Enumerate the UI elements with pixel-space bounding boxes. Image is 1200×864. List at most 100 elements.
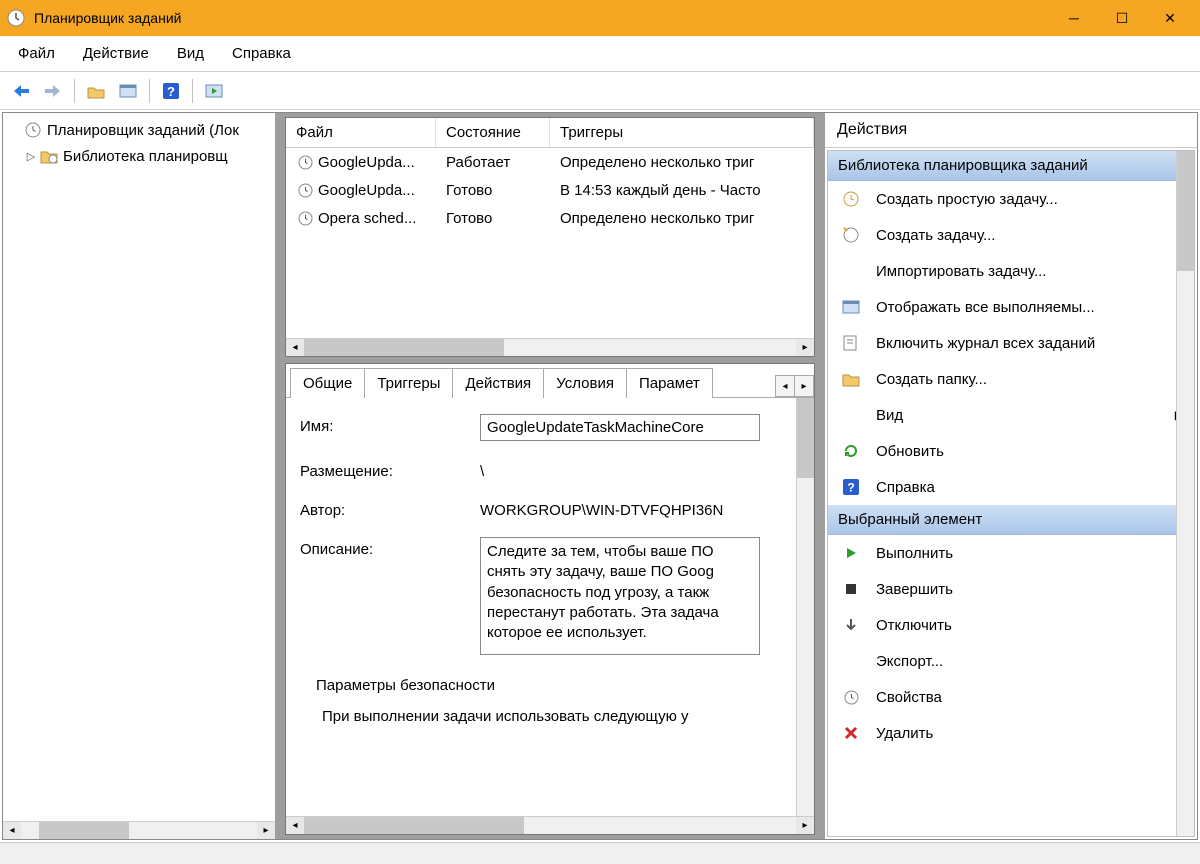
chevron-right-icon[interactable]: ▷ <box>23 150 39 163</box>
action-label: Справка <box>876 479 935 496</box>
action-label: Обновить <box>876 443 944 460</box>
action-new-folder[interactable]: Создать папку... <box>828 361 1194 397</box>
minimize-button[interactable]: ─ <box>1050 0 1098 36</box>
tab-scroll-left-button[interactable]: ◂ <box>775 375 795 397</box>
actions-panel-title: Действия <box>825 113 1197 148</box>
security-run-as-label: При выполнении задачи использовать следу… <box>300 708 814 725</box>
action-disable[interactable]: Отключить <box>828 607 1194 643</box>
action-run[interactable]: Выполнить <box>828 535 1194 571</box>
task-list-horizontal-scrollbar[interactable]: ◂▸ <box>286 338 814 356</box>
action-label: Свойства <box>876 689 942 706</box>
task-list: Файл Состояние Триггеры GoogleUpda... Ра… <box>285 117 815 357</box>
tree-library-node[interactable]: ▷ Библиотека планировщ <box>3 143 275 169</box>
clock-icon <box>296 153 314 171</box>
tab-conditions[interactable]: Условия <box>543 368 627 398</box>
help-button[interactable]: ? <box>156 77 186 105</box>
tab-general[interactable]: Общие <box>290 368 365 398</box>
actions-body: Библиотека планировщика заданий ▲ Создат… <box>827 150 1195 837</box>
action-import-task[interactable]: Импортировать задачу... <box>828 253 1194 289</box>
section-label: Выбранный элемент <box>838 511 982 528</box>
tree-panel: Планировщик заданий (Лок ▷ Библиотека пл… <box>3 113 281 839</box>
action-label: Импортировать задачу... <box>876 263 1046 280</box>
tab-triggers[interactable]: Триггеры <box>364 368 453 398</box>
tab-params[interactable]: Парамет <box>626 368 713 398</box>
tree-library-label: Библиотека планировщ <box>63 148 228 165</box>
menu-view[interactable]: Вид <box>163 39 218 68</box>
action-properties[interactable]: Свойства <box>828 679 1194 715</box>
task-row[interactable]: Opera sched... Готово Определено несколь… <box>286 204 814 232</box>
actions-section-library[interactable]: Библиотека планировщика заданий ▲ <box>828 151 1194 181</box>
status-bar <box>0 842 1200 864</box>
disable-icon <box>840 615 862 635</box>
tab-scroll-right-button[interactable]: ▸ <box>794 375 814 397</box>
location-value: \ <box>480 459 814 480</box>
task-detail-panel: Общие Триггеры Действия Условия Парамет … <box>285 363 815 835</box>
nav-back-button[interactable] <box>6 77 36 105</box>
action-create-basic-task[interactable]: Создать простую задачу... <box>828 181 1194 217</box>
blank-icon <box>840 405 862 425</box>
task-list-header: Файл Состояние Триггеры <box>286 118 814 148</box>
description-field[interactable] <box>480 537 760 655</box>
section-label: Библиотека планировщика заданий <box>838 157 1088 174</box>
action-help[interactable]: ? Справка <box>828 469 1194 505</box>
action-label: Создать простую задачу... <box>876 191 1058 208</box>
folder-up-button[interactable] <box>81 77 111 105</box>
menu-action[interactable]: Действие <box>69 39 163 68</box>
task-row[interactable]: GoogleUpda... Готово В 14:53 каждый день… <box>286 176 814 204</box>
task-triggers: В 14:53 каждый день - Часто <box>550 182 814 199</box>
running-tasks-icon <box>840 297 862 317</box>
help-icon: ? <box>840 477 862 497</box>
tab-actions[interactable]: Действия <box>452 368 544 398</box>
blank-icon <box>840 651 862 671</box>
wizard-clock-icon <box>840 189 862 209</box>
column-header-file[interactable]: Файл <box>286 118 436 147</box>
action-export[interactable]: Экспорт... <box>828 643 1194 679</box>
action-create-task[interactable]: Создать задачу... <box>828 217 1194 253</box>
action-label: Вид <box>876 407 903 424</box>
close-button[interactable]: ✕ <box>1146 0 1194 36</box>
author-label: Автор: <box>300 498 480 519</box>
action-label: Создать задачу... <box>876 227 995 244</box>
action-label: Удалить <box>876 725 933 742</box>
actions-section-selected[interactable]: Выбранный элемент ▲ <box>828 505 1194 535</box>
stop-icon <box>840 579 862 599</box>
nav-forward-button[interactable] <box>38 77 68 105</box>
detail-vertical-scrollbar[interactable] <box>796 398 814 816</box>
action-refresh[interactable]: Обновить <box>828 433 1194 469</box>
detail-horizontal-scrollbar[interactable]: ◂▸ <box>286 816 814 834</box>
action-label: Включить журнал всех заданий <box>876 335 1095 352</box>
run-task-button[interactable] <box>199 77 229 105</box>
menu-bar: Файл Действие Вид Справка <box>0 36 1200 72</box>
action-label: Создать папку... <box>876 371 987 388</box>
folder-clock-icon <box>39 146 59 166</box>
name-field[interactable] <box>480 414 760 441</box>
action-show-running[interactable]: Отображать все выполняемы... <box>828 289 1194 325</box>
clock-icon <box>296 209 314 227</box>
action-label: Отключить <box>876 617 952 634</box>
task-state: Готово <box>436 182 550 199</box>
detail-body: Имя: Размещение: \ Автор: WORKGROUP\WIN-… <box>286 398 814 834</box>
task-file: Opera sched... <box>318 210 416 227</box>
toggle-console-button[interactable] <box>113 77 143 105</box>
task-state: Готово <box>436 210 550 227</box>
column-header-triggers[interactable]: Триггеры <box>550 118 814 147</box>
task-file: GoogleUpda... <box>318 154 415 171</box>
task-list-body: GoogleUpda... Работает Определено нескол… <box>286 148 814 338</box>
action-end[interactable]: Завершить <box>828 571 1194 607</box>
svg-text:?: ? <box>167 84 175 99</box>
actions-vertical-scrollbar[interactable] <box>1176 151 1194 836</box>
column-header-state[interactable]: Состояние <box>436 118 550 147</box>
tree-root-node[interactable]: Планировщик заданий (Лок <box>3 117 275 143</box>
action-enable-log[interactable]: Включить журнал всех заданий <box>828 325 1194 361</box>
maximize-button[interactable]: ☐ <box>1098 0 1146 36</box>
menu-help[interactable]: Справка <box>218 39 305 68</box>
action-delete[interactable]: Удалить <box>828 715 1194 751</box>
task-row[interactable]: GoogleUpda... Работает Определено нескол… <box>286 148 814 176</box>
action-label: Завершить <box>876 581 953 598</box>
action-label: Отображать все выполняемы... <box>876 299 1095 316</box>
menu-file[interactable]: Файл <box>4 39 69 68</box>
action-view[interactable]: Вид ▶ <box>828 397 1194 433</box>
title-bar: Планировщик заданий ─ ☐ ✕ <box>0 0 1200 36</box>
tree-horizontal-scrollbar[interactable]: ◂▸ <box>3 821 275 839</box>
clock-icon <box>296 181 314 199</box>
